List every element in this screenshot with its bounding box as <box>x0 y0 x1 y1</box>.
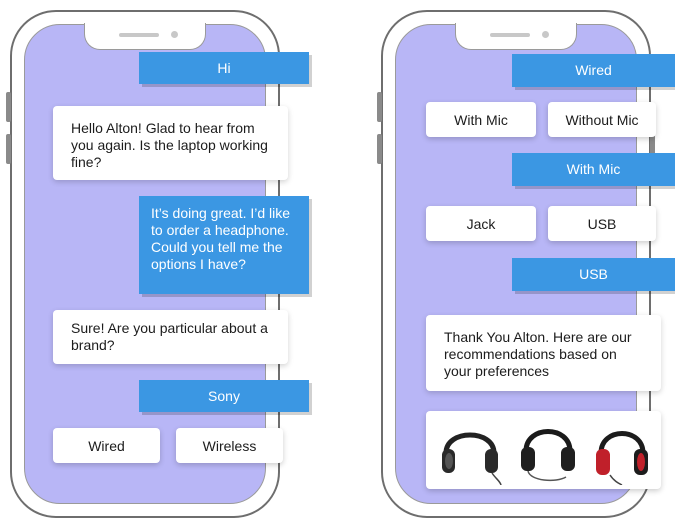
phone-notch <box>84 23 206 50</box>
speaker-icon <box>119 33 159 37</box>
headphone-icon[interactable] <box>438 415 502 485</box>
camera-icon <box>542 31 549 38</box>
headphone-icon[interactable] <box>592 415 652 485</box>
side-button <box>377 92 382 122</box>
option-wired-button[interactable]: Wired <box>53 428 160 463</box>
side-button <box>6 92 11 122</box>
side-button <box>6 134 11 164</box>
bot-message: Hello Alton! Glad to hear from you again… <box>53 106 288 180</box>
product-recommendations <box>426 411 661 489</box>
option-without-mic-button[interactable]: Without Mic <box>548 102 656 137</box>
side-button <box>377 134 382 164</box>
user-message: USB <box>512 258 675 291</box>
option-with-mic-button[interactable]: With Mic <box>426 102 536 137</box>
speaker-icon <box>490 33 530 37</box>
bot-message: Thank You Alton. Here are our recommenda… <box>426 315 661 391</box>
user-message: Hi <box>139 52 309 84</box>
user-message: Wired <box>512 54 675 87</box>
option-jack-button[interactable]: Jack <box>426 206 536 241</box>
user-message: It’s doing great. I’d like to order a he… <box>139 196 309 294</box>
camera-icon <box>171 31 178 38</box>
user-message: With Mic <box>512 153 675 186</box>
option-wireless-button[interactable]: Wireless <box>176 428 283 463</box>
headphone-icon[interactable] <box>516 415 580 485</box>
bot-message: Sure! Are you particular about a brand? <box>53 310 288 364</box>
option-usb-button[interactable]: USB <box>548 206 656 241</box>
phone-notch <box>455 23 577 50</box>
user-message: Sony <box>139 380 309 412</box>
